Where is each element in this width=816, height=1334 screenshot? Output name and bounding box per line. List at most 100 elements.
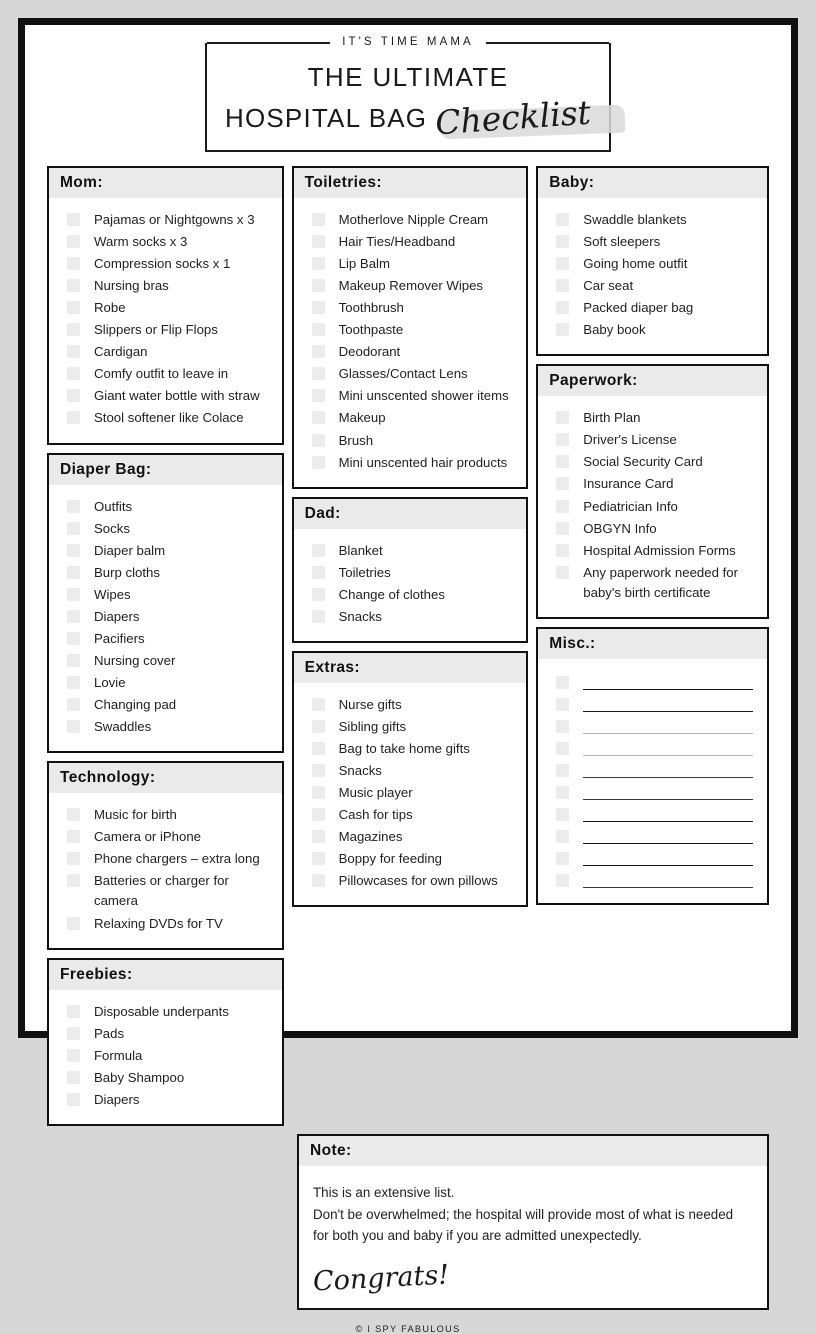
checklist-item[interactable]: Makeup Remover Wipes	[304, 276, 517, 296]
checklist-item[interactable]: Burp cloths	[59, 563, 272, 583]
checkbox-icon[interactable]	[67, 631, 80, 645]
write-in-line[interactable]	[583, 798, 753, 800]
checkbox-icon[interactable]	[556, 499, 570, 513]
checklist-item[interactable]: Sibling gifts	[304, 717, 517, 737]
checkbox-icon[interactable]	[556, 234, 570, 248]
checkbox-icon[interactable]	[67, 587, 80, 601]
checkbox-icon[interactable]	[311, 257, 325, 271]
checklist-item[interactable]: Outfits	[59, 497, 272, 517]
write-in-row[interactable]	[548, 825, 757, 847]
write-in-line[interactable]	[583, 842, 753, 844]
checkbox-icon[interactable]	[67, 720, 80, 734]
checklist-item[interactable]: Diapers	[59, 607, 272, 627]
checkbox-icon[interactable]	[311, 874, 325, 888]
write-in-row[interactable]	[548, 693, 757, 715]
checklist-item[interactable]: Pads	[59, 1024, 272, 1044]
checkbox-icon[interactable]	[556, 257, 570, 271]
checkbox-icon[interactable]	[67, 345, 80, 359]
checklist-item[interactable]: Changing pad	[59, 695, 272, 715]
checklist-item[interactable]: Boppy for feeding	[304, 849, 517, 869]
write-in-line[interactable]	[583, 820, 753, 822]
checklist-item[interactable]: Deodorant	[304, 342, 517, 362]
checklist-item[interactable]: Change of clothes	[304, 585, 517, 605]
write-in-row[interactable]	[548, 869, 757, 891]
write-in-row[interactable]	[548, 759, 757, 781]
checkbox-icon[interactable]	[556, 741, 570, 755]
checkbox-icon[interactable]	[67, 279, 80, 293]
checkbox-icon[interactable]	[556, 212, 570, 226]
checkbox-icon[interactable]	[311, 212, 325, 226]
checklist-item[interactable]: Baby Shampoo	[59, 1068, 272, 1088]
checklist-item[interactable]: Slippers or Flip Flops	[59, 320, 272, 340]
checkbox-icon[interactable]	[67, 874, 80, 888]
write-in-row[interactable]	[548, 671, 757, 693]
checklist-item[interactable]: Pillowcases for own pillows	[304, 871, 517, 891]
checkbox-icon[interactable]	[556, 543, 570, 557]
checkbox-icon[interactable]	[311, 852, 325, 866]
checklist-item[interactable]: Toothpaste	[304, 320, 517, 340]
write-in-line[interactable]	[583, 776, 753, 778]
checkbox-icon[interactable]	[67, 367, 80, 381]
checkbox-icon[interactable]	[556, 829, 570, 843]
checklist-item[interactable]: Glasses/Contact Lens	[304, 364, 517, 384]
checkbox-icon[interactable]	[67, 389, 80, 403]
checkbox-icon[interactable]	[311, 697, 325, 711]
checkbox-icon[interactable]	[556, 675, 570, 689]
write-in-line[interactable]	[583, 864, 753, 866]
checklist-item[interactable]: Disposable underpants	[59, 1002, 272, 1022]
checkbox-icon[interactable]	[556, 763, 570, 777]
checkbox-icon[interactable]	[311, 323, 325, 337]
checkbox-icon[interactable]	[556, 477, 570, 491]
checklist-item[interactable]: Motherlove Nipple Cream	[304, 210, 517, 230]
checklist-item[interactable]: Social Security Card	[548, 452, 757, 472]
checkbox-icon[interactable]	[67, 653, 80, 667]
checklist-item[interactable]: Compression socks x 1	[59, 254, 272, 274]
checkbox-icon[interactable]	[67, 411, 80, 425]
checkbox-icon[interactable]	[556, 433, 570, 447]
checklist-item[interactable]: Comfy outfit to leave in	[59, 364, 272, 384]
checkbox-icon[interactable]	[556, 301, 570, 315]
checkbox-icon[interactable]	[67, 1026, 80, 1040]
checklist-item[interactable]: Snacks	[304, 607, 517, 627]
checkbox-icon[interactable]	[556, 785, 570, 799]
checklist-item[interactable]: Camera or iPhone	[59, 827, 272, 847]
checkbox-icon[interactable]	[67, 1004, 80, 1018]
checkbox-icon[interactable]	[556, 719, 570, 733]
checklist-item[interactable]: Toothbrush	[304, 298, 517, 318]
write-in-row[interactable]	[548, 803, 757, 825]
checkbox-icon[interactable]	[556, 411, 570, 425]
checkbox-icon[interactable]	[556, 279, 570, 293]
checklist-item[interactable]: Soft sleepers	[548, 232, 757, 252]
checkbox-icon[interactable]	[556, 455, 570, 469]
checkbox-icon[interactable]	[311, 301, 325, 315]
checkbox-icon[interactable]	[311, 609, 325, 623]
checkbox-icon[interactable]	[311, 786, 325, 800]
checklist-item[interactable]: Stool softener like Colace	[59, 408, 272, 428]
checklist-item[interactable]: Mini unscented shower items	[304, 386, 517, 406]
write-in-row[interactable]	[548, 715, 757, 737]
checkbox-icon[interactable]	[311, 411, 325, 425]
checkbox-icon[interactable]	[67, 212, 80, 226]
checklist-item[interactable]: Blanket	[304, 541, 517, 561]
checkbox-icon[interactable]	[311, 279, 325, 293]
checklist-item[interactable]: Any paperwork needed for baby's birth ce…	[548, 563, 757, 603]
checkbox-icon[interactable]	[67, 521, 80, 535]
checklist-item[interactable]: Mini unscented hair products	[304, 453, 517, 473]
checklist-item[interactable]: Birth Plan	[548, 408, 757, 428]
checklist-item[interactable]: Lovie	[59, 673, 272, 693]
checkbox-icon[interactable]	[67, 676, 80, 690]
checklist-item[interactable]: Driver's License	[548, 430, 757, 450]
checklist-item[interactable]: Diapers	[59, 1090, 272, 1110]
checkbox-icon[interactable]	[556, 565, 570, 579]
write-in-line[interactable]	[583, 754, 753, 756]
checkbox-icon[interactable]	[556, 873, 570, 887]
checklist-item[interactable]: Magazines	[304, 827, 517, 847]
checklist-item[interactable]: Nurse gifts	[304, 695, 517, 715]
checkbox-icon[interactable]	[556, 521, 570, 535]
checkbox-icon[interactable]	[556, 807, 570, 821]
write-in-line[interactable]	[583, 886, 753, 888]
checklist-item[interactable]: Socks	[59, 519, 272, 539]
checkbox-icon[interactable]	[556, 851, 570, 865]
write-in-row[interactable]	[548, 737, 757, 759]
checkbox-icon[interactable]	[67, 808, 80, 822]
